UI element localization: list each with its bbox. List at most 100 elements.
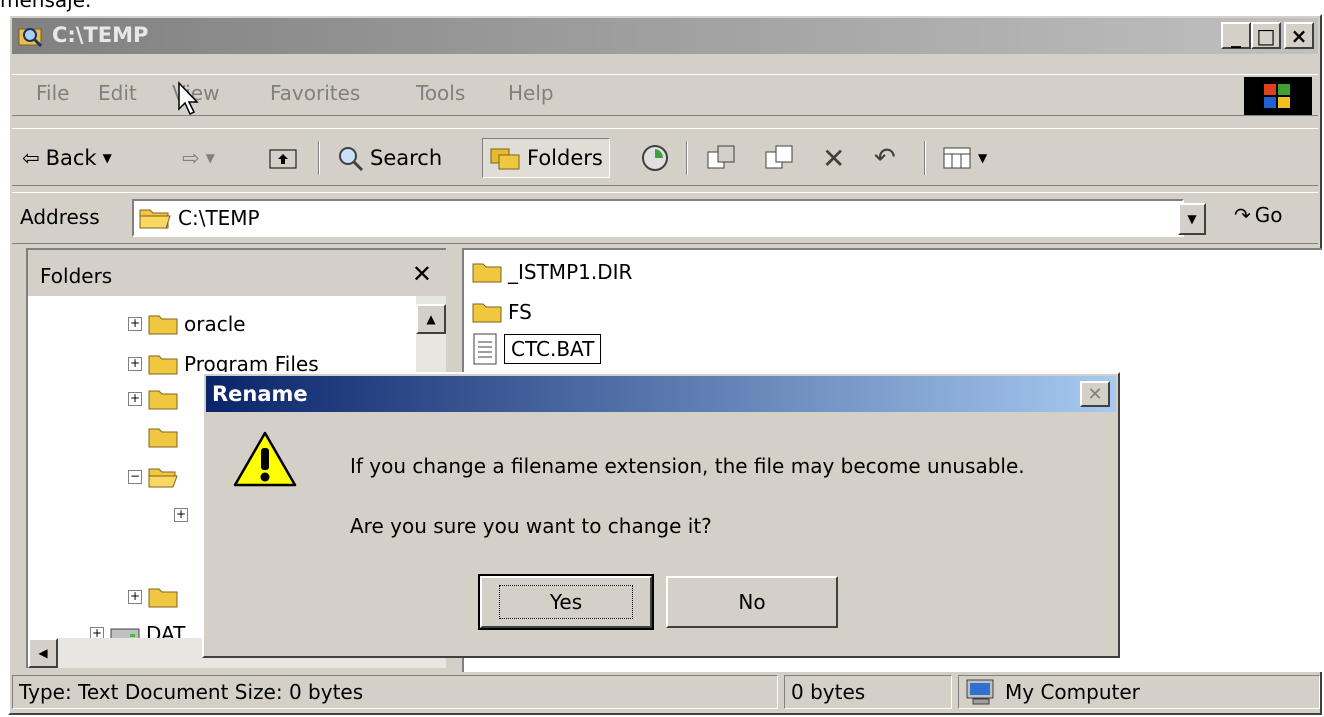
mouse-cursor-icon [178,81,199,116]
folder-icon [148,315,178,335]
text-file-icon [473,333,497,365]
folders-button[interactable]: Folders [482,138,610,178]
my-computer-icon [966,679,994,705]
views-icon [943,147,971,169]
file-item[interactable]: CTC.BAT [472,332,602,366]
dialog-message-warning: If you change a filename extension, the … [350,454,1025,478]
up-folder-button[interactable] [268,138,298,178]
title-bar[interactable]: C:\TEMP _ □ × [12,18,1318,54]
status-bar: Type: Text Document Size: 0 bytes 0 byte… [12,671,1320,711]
up-folder-icon [269,149,297,169]
copy-to-icon [765,145,793,169]
no-label: No [738,590,766,614]
rename-dialog: Rename ✕ If you change a filename extens… [202,372,1120,658]
close-icon: ✕ [1087,383,1103,405]
menu-edit[interactable]: Edit [98,81,137,105]
tree-item[interactable]: + [128,586,178,608]
chevron-down-icon: ▼ [978,151,988,165]
dialog-title-bar[interactable]: Rename ✕ [206,376,1116,412]
tree-item[interactable]: + [128,388,178,410]
status-zone: My Computer [958,675,1320,709]
back-button[interactable]: ⇦ Back ▼ [22,138,112,178]
yes-button[interactable]: Yes [478,574,654,630]
delete-icon: ✕ [822,141,846,175]
delete-button[interactable]: ✕ [822,138,845,178]
collapse-icon[interactable]: − [128,470,142,484]
chevron-down-icon: ▼ [102,151,112,165]
chevron-down-icon: ▼ [205,151,215,165]
menu-favorites[interactable]: Favorites [270,81,360,105]
background-text: mensaje. [0,0,92,12]
chevron-down-icon: ▼ [1187,212,1197,226]
no-button[interactable]: No [666,576,838,628]
status-description: Type: Text Document Size: 0 bytes [12,675,778,709]
forward-button[interactable]: ⇨ ▼ [182,138,215,178]
go-label: Go [1254,203,1283,227]
tree-item[interactable]: − [128,466,178,488]
menu-bar: File Edit View Favorites Tools Help [12,74,1318,116]
history-button[interactable] [640,138,670,178]
window-title: C:\TEMP [52,23,149,47]
folder-icon [148,355,178,375]
file-item[interactable]: _ISTMP1.DIR [472,260,632,284]
copy-to-button[interactable] [764,138,794,178]
tree-item[interactable]: + oracle [128,312,246,336]
history-icon [642,145,668,171]
file-name: FS [508,300,532,324]
file-name: _ISTMP1.DIR [508,260,633,284]
expand-icon[interactable]: + [174,508,188,522]
menu-file[interactable]: File [36,81,69,105]
undo-icon: ↶ [874,143,896,173]
go-arrow-icon: ↷ [1234,203,1251,227]
folders-pane-header: Folders ✕ [28,250,446,296]
undo-button[interactable]: ↶ [874,138,896,178]
open-folder-icon [148,468,178,488]
search-icon [339,147,364,172]
expand-icon[interactable]: + [128,357,142,371]
close-button[interactable]: × [1284,22,1314,49]
tree-item[interactable]: + [174,508,188,522]
folder-icon [148,588,178,608]
scroll-left-button[interactable]: ◀ [28,638,58,668]
rename-input[interactable]: CTC.BAT [504,334,602,364]
chevron-left-icon: ◀ [38,646,48,660]
expand-icon[interactable]: + [128,317,142,331]
folder-icon [472,303,502,323]
status-size: 0 bytes [784,675,952,709]
folder-icon [148,428,178,448]
folders-icon [490,148,520,170]
expand-icon[interactable]: + [128,392,142,406]
address-input[interactable]: C:\TEMP [132,199,1184,237]
expand-icon[interactable]: + [128,590,142,604]
menu-tools[interactable]: Tools [416,81,465,105]
move-to-button[interactable] [706,138,736,178]
folder-icon [472,263,502,283]
menu-help[interactable]: Help [508,81,554,105]
move-to-icon [707,145,735,169]
search-button[interactable]: Search [336,138,442,178]
folder-icon [148,390,178,410]
scroll-up-button[interactable]: ▲ [416,304,446,334]
tree-item[interactable] [148,426,178,448]
folder-search-icon [18,28,43,48]
forward-arrow-icon: ⇨ [182,146,200,170]
warning-icon [233,431,297,487]
status-zone-label: My Computer [1005,680,1140,704]
maximize-button[interactable]: □ [1251,22,1281,49]
address-value: C:\TEMP [178,206,260,230]
file-item[interactable]: FS [472,300,532,324]
folders-pane-title: Folders [40,264,113,288]
standard-toolbar: ⇦ Back ▼ ⇨ ▼ Search Folders ✕ ↶ ▼ [12,128,1318,186]
chevron-up-icon: ▲ [426,312,436,326]
folder-icon [139,209,171,229]
go-button[interactable]: ↷ Go [1234,203,1283,227]
close-pane-icon[interactable]: ✕ [412,260,432,288]
dialog-close-button[interactable]: ✕ [1080,381,1110,407]
address-bar: Address C:\TEMP ▼ ↷ Go [12,192,1318,244]
dialog-title: Rename [212,382,308,406]
address-dropdown-button[interactable]: ▼ [1178,203,1206,235]
views-button[interactable]: ▼ [942,138,987,178]
address-label: Address [20,205,100,229]
back-arrow-icon: ⇦ [22,146,40,170]
minimize-button[interactable]: _ [1221,22,1251,49]
